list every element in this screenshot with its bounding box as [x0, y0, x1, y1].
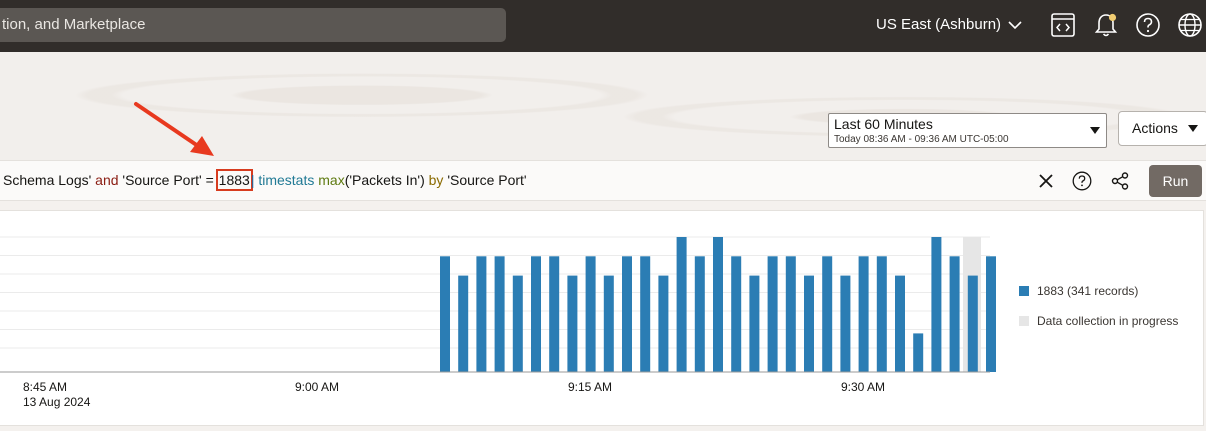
chart-bar[interactable]: [494, 256, 505, 372]
chart-bar[interactable]: [986, 256, 996, 372]
chart-bar[interactable]: [713, 237, 723, 372]
chart-bar[interactable]: [585, 256, 596, 372]
code-icon[interactable]: [1050, 12, 1076, 38]
actions-label: Actions: [1132, 120, 1178, 136]
chart-bar[interactable]: [640, 256, 651, 372]
chart-bar[interactable]: [822, 256, 833, 372]
chart-bar[interactable]: [567, 275, 578, 372]
help-icon[interactable]: [1135, 12, 1161, 38]
chart-bar[interactable]: [949, 256, 960, 372]
globe-icon[interactable]: [1177, 12, 1203, 38]
legend-swatch: [1019, 316, 1029, 326]
x-tick-label: 8:45 AM: [23, 380, 68, 394]
chart-bar[interactable]: [658, 275, 669, 372]
chart-bar[interactable]: [967, 275, 978, 372]
query-function: max: [318, 172, 345, 188]
actions-button[interactable]: Actions: [1118, 111, 1206, 146]
highlighted-port-value: 1883: [215, 169, 253, 191]
chart-bar[interactable]: [458, 275, 469, 372]
time-range-label: Last 60 Minutes: [834, 116, 933, 132]
region-label: US East (Ashburn): [876, 16, 1002, 33]
query-text: 'Source Port' =: [118, 172, 218, 188]
query-text: 'Source Port': [443, 172, 527, 188]
x-tick-label: 9:00 AM: [295, 380, 340, 394]
caret-down-icon: [1090, 127, 1100, 134]
close-icon[interactable]: [1036, 171, 1056, 191]
annotation-arrow-icon: [134, 102, 214, 156]
run-button[interactable]: Run: [1149, 165, 1202, 197]
chart-bar[interactable]: [622, 256, 632, 372]
chart-bar[interactable]: [476, 256, 487, 372]
run-label: Run: [1162, 173, 1189, 189]
search-placeholder: tion, and Marketplace: [2, 16, 146, 33]
chart-bar[interactable]: [876, 256, 887, 372]
chart-bar[interactable]: [895, 275, 905, 372]
legend-swatch: [1019, 286, 1029, 296]
chart-bar[interactable]: [549, 256, 560, 372]
bell-icon[interactable]: [1093, 12, 1119, 38]
chart-bar[interactable]: [440, 256, 450, 372]
x-tick-sublabel: 13 Aug 2024: [23, 395, 91, 409]
chart-bar[interactable]: [749, 275, 760, 372]
query-bar[interactable]: Schema Logs' and 'Source Port' = 1883| t…: [0, 160, 1206, 201]
query-text: Schema Logs': [3, 172, 96, 188]
query-keyword-by: by: [428, 172, 444, 188]
query-command: timestats: [254, 172, 319, 188]
time-range-select[interactable]: Last 60 Minutes Today 08:36 AM - 09:36 A…: [828, 113, 1107, 148]
search-input[interactable]: tion, and Marketplace: [0, 8, 506, 42]
chart-bar[interactable]: [512, 275, 523, 372]
share-icon[interactable]: [1110, 171, 1130, 191]
chart-bar[interactable]: [767, 256, 778, 372]
query-text: ('Packets In'): [344, 172, 429, 188]
chart-bar[interactable]: [913, 333, 924, 372]
chart-bar[interactable]: [603, 275, 614, 372]
time-range-detail: Today 08:36 AM - 09:36 AM UTC-05:00: [834, 134, 1009, 145]
chart-bar[interactable]: [676, 237, 687, 372]
chart-bar[interactable]: [731, 256, 742, 372]
legend-label: Data collection in progress: [1037, 314, 1179, 328]
x-tick-label: 9:15 AM: [568, 380, 613, 394]
chart-bar[interactable]: [858, 256, 869, 372]
chart-bar[interactable]: [694, 256, 705, 372]
legend-label: 1883 (341 records): [1037, 284, 1139, 298]
chart-bar[interactable]: [931, 237, 942, 372]
chevron-down-icon: [1008, 21, 1022, 30]
legend-item-in-progress[interactable]: Data collection in progress: [1019, 314, 1178, 328]
chart-bar[interactable]: [531, 256, 541, 372]
chart-bar[interactable]: [840, 275, 851, 372]
help-icon[interactable]: [1072, 171, 1092, 191]
chart-bar[interactable]: [804, 275, 814, 372]
query-editor[interactable]: Schema Logs' and 'Source Port' = 1883| t…: [3, 169, 527, 191]
top-navigation-bar: tion, and Marketplace US East (Ashburn): [0, 0, 1206, 52]
x-tick-label: 9:30 AM: [841, 380, 886, 394]
legend-item-series[interactable]: 1883 (341 records): [1019, 284, 1138, 298]
query-keyword-and: and: [95, 172, 119, 188]
region-selector[interactable]: US East (Ashburn): [876, 14, 1022, 36]
chart-bar[interactable]: [785, 256, 796, 372]
caret-down-icon: [1188, 125, 1198, 132]
